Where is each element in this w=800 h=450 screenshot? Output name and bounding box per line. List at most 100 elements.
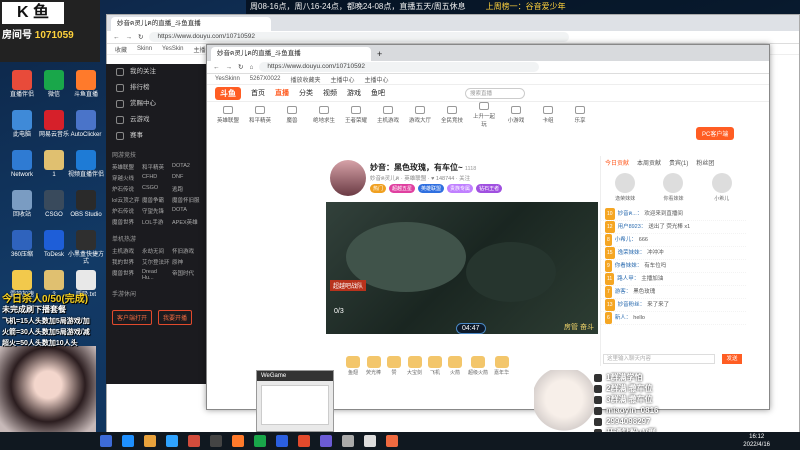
site-nav-item[interactable]: 直播 [275, 88, 289, 98]
taskbar-app-icon[interactable] [210, 435, 222, 447]
nav-game-link[interactable]: 英雄联盟 [112, 163, 140, 171]
gift-item[interactable]: 荧光棒 [366, 356, 381, 388]
room-tag[interactable]: 贵族专属 [447, 184, 474, 193]
wegame-preview[interactable]: WeGame [256, 370, 334, 432]
nav-game-link[interactable]: 怀旧游戏 [172, 247, 200, 255]
pc-client-button[interactable]: PC客户端 [696, 127, 735, 140]
chat-tab[interactable]: 本周贡献 [637, 158, 661, 167]
bookmark-item[interactable]: YesSkin [162, 46, 183, 52]
category-item[interactable]: 上升一起玩 [471, 102, 497, 128]
gift-item[interactable]: 鱼翅 [346, 356, 360, 388]
nav-game-link[interactable]: 守望先锋 [142, 207, 170, 215]
gift-item[interactable]: 超级火箭 [468, 356, 488, 388]
category-item[interactable]: 乐享 [567, 106, 593, 124]
nav-game-link[interactable]: 逃跑 [172, 185, 200, 193]
back-url-input[interactable]: https://www.douyu.com/10710592 [149, 32, 570, 42]
rank-entry[interactable]: 小希儿 [709, 173, 735, 202]
nav-item[interactable]: 云游戏 [106, 112, 206, 128]
nav-game-link[interactable]: 我的世界 [112, 258, 140, 266]
taskbar-clock[interactable]: 16:12 2022/4/16 [743, 433, 770, 449]
back-tab[interactable]: 妙音ฅ灵儿ฅ的直播_斗鱼直播 [111, 17, 271, 31]
nav-game-link[interactable]: Dread Hu... [142, 269, 170, 281]
chat-tab[interactable]: 粉丝团 [696, 158, 714, 167]
gift-item[interactable]: 大宝剑 [407, 356, 422, 388]
nav-game-link[interactable]: LOL手游 [142, 218, 170, 226]
room-tag[interactable]: 英雄联盟 [418, 184, 445, 193]
taskbar-app-icon[interactable] [364, 435, 376, 447]
desktop-icon[interactable]: ToDesk [36, 230, 72, 259]
douyu-brand[interactable]: 斗鱼 [215, 86, 241, 100]
nav-game-link[interactable]: 永劫无间 [142, 247, 170, 255]
send-button[interactable]: 发送 [722, 354, 742, 364]
nav-item[interactable]: 赛事 [106, 128, 206, 144]
nav-game-link[interactable]: DOTA [172, 207, 200, 215]
desktop-icon[interactable]: 360压缩 [4, 230, 40, 259]
category-item[interactable]: 王者荣耀 [343, 106, 369, 124]
desktop-icon[interactable]: OBS Studio [68, 190, 104, 219]
taskbar-app-icon[interactable] [188, 435, 200, 447]
category-item[interactable]: 全民竞技 [439, 106, 465, 124]
nav-item[interactable]: 赏赐中心 [106, 96, 206, 112]
nav-game-link[interactable]: DNF [172, 174, 200, 182]
category-item[interactable]: 和平精英 [247, 106, 273, 124]
bookmark-item[interactable]: 收藏 [115, 45, 127, 54]
desktop-icon[interactable]: 1 [36, 150, 72, 179]
desktop-icon[interactable]: 小黑盒快捷方式 [68, 230, 104, 266]
nav-action-button[interactable]: 我要开播 [158, 310, 193, 325]
nav-game-link[interactable]: 炉石传说 [112, 207, 140, 215]
chat-username[interactable]: 游客： [615, 289, 632, 295]
taskbar-app-icon[interactable] [298, 435, 310, 447]
desktop-icon[interactable]: 回收站 [4, 190, 40, 219]
nav-game-link[interactable]: 和平精英 [142, 163, 170, 171]
nav-game-link[interactable]: CSGO [142, 185, 170, 193]
chat-username[interactable]: 你看妹妹： [615, 263, 643, 269]
site-nav-item[interactable]: 鱼吧 [371, 88, 385, 98]
rank-entry[interactable]: 你看妹妹 [660, 173, 686, 202]
desktop-icon[interactable]: 微信 [36, 70, 72, 99]
category-item[interactable]: 小游戏 [503, 106, 529, 124]
chat-username[interactable]: 逸荣妹妹： [618, 250, 646, 256]
chat-username[interactable]: 小希儿： [615, 237, 637, 243]
category-item[interactable]: 魔兽 [279, 106, 305, 124]
nav-game-link[interactable]: 穿越火线 [112, 174, 140, 182]
category-item[interactable]: 英雄联盟 [215, 106, 241, 124]
nav-item[interactable]: 排行榜 [106, 80, 206, 96]
room-tag[interactable]: 钻石王者 [476, 184, 503, 193]
bookmark-item[interactable]: Skinn [137, 46, 152, 52]
nav-game-link[interactable]: 魔兽世界 [112, 218, 140, 226]
taskbar-app-icon[interactable] [144, 435, 156, 447]
taskbar-app-icon[interactable] [342, 435, 354, 447]
forward-icon[interactable]: → [226, 64, 233, 71]
nav-game-link[interactable]: 魔兽怀旧服 [172, 196, 200, 204]
nav-game-link[interactable]: CFHD [142, 174, 170, 182]
nav-action-button[interactable]: 客户端打开 [112, 310, 153, 325]
nav-game-link[interactable]: APEX英雄 [172, 218, 200, 226]
chat-tab[interactable]: 贵宾(1) [669, 158, 688, 167]
site-nav-item[interactable]: 视频 [323, 88, 337, 98]
taskbar-app-icon[interactable] [254, 435, 266, 447]
site-search-input[interactable]: 搜索直播 [465, 87, 525, 99]
nav-game-link[interactable]: 魔兽争霸 [142, 196, 170, 204]
taskbar-app-icon[interactable] [100, 435, 112, 447]
gift-item[interactable]: 飞机 [428, 356, 443, 388]
gift-item[interactable]: 赞 [387, 356, 402, 388]
back-icon[interactable]: ← [113, 34, 120, 41]
category-item[interactable]: 绝地求生 [311, 106, 337, 124]
nav-game-link[interactable]: 魔兽世界 [112, 269, 140, 281]
bookmark-item[interactable]: YesSkinn [215, 76, 240, 82]
nav-game-link[interactable]: 主机游戏 [112, 247, 140, 255]
site-nav-item[interactable]: 游戏 [347, 88, 361, 98]
chat-username[interactable]: 妙音粉丝： [618, 302, 646, 308]
taskbar-app-icon[interactable] [232, 435, 244, 447]
category-item[interactable]: 主机游戏 [375, 106, 401, 124]
desktop-icon[interactable]: Network [4, 150, 40, 179]
bookmark-item[interactable]: 5267X0022 [250, 76, 281, 82]
bookmark-item[interactable]: 主播中心 [331, 75, 355, 84]
desktop-icon[interactable]: 视频直播伴侣 [68, 150, 104, 179]
desktop-icon[interactable]: AutoClicker [68, 110, 104, 139]
chat-username[interactable]: 妙音ฅ...： [618, 211, 643, 217]
site-nav-item[interactable]: 首页 [251, 88, 265, 98]
nav-game-link[interactable]: 帝国时代 [172, 269, 200, 281]
rank-entry[interactable]: 逸荣妹妹 [612, 173, 638, 202]
site-nav-item[interactable]: 分类 [299, 88, 313, 98]
